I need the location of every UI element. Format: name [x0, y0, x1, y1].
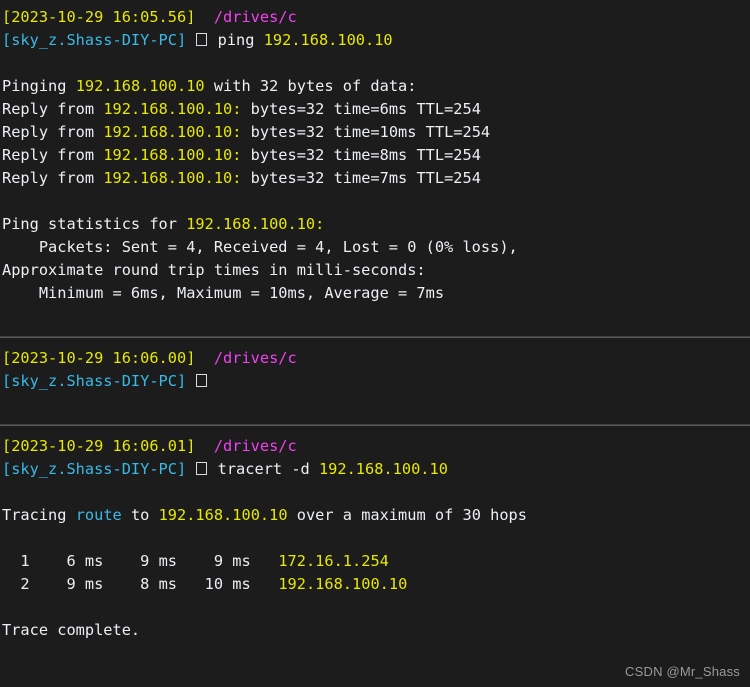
prompt-line-timestamp: [2023-10-29 16:06.00] /drives/c [0, 347, 750, 370]
command-space [310, 460, 319, 478]
ping-intro-suffix: with 32 bytes of data: [204, 77, 417, 95]
command-argument: 192.168.100.10 [318, 460, 448, 478]
hop-rtt-2: 9 ms [103, 552, 178, 570]
ping-target-ip: 192.168.100.10 [75, 77, 205, 95]
tracing-suffix: over a maximum of 30 hops [287, 506, 527, 524]
ping-reply-row: Reply from 192.168.100.10: bytes=32 time… [0, 167, 750, 190]
stats-ip: 192.168.100.10: [186, 215, 325, 233]
prompt-gap [195, 8, 213, 26]
prompt-space-2 [208, 31, 217, 49]
tofu-box-icon [196, 374, 208, 387]
hop-host-ip: 172.16.1.254 [278, 552, 389, 570]
watermark: CSDN @Mr_Shass [625, 664, 740, 679]
prompt-line-timestamp: [2023-10-29 16:05.56] /drives/c [0, 6, 750, 29]
hop-rtt-1: 9 ms [29, 575, 104, 593]
tracing-prefix: Tracing [2, 506, 76, 524]
reply-prefix: Reply from [2, 146, 104, 164]
block-separator [0, 424, 750, 426]
prompt-line-command[interactable]: [sky_z.Shass-DIY-PC] [0, 370, 750, 393]
prompt-line-command[interactable]: [sky_z.Shass-DIY-PC] ping 192.168.100.10 [0, 29, 750, 52]
reply-detail: bytes=32 time=8ms TTL=254 [241, 146, 481, 164]
prompt-timestamp: [2023-10-29 16:05.56] [2, 8, 196, 26]
hop-gap [251, 575, 279, 593]
prompt-timestamp: [2023-10-29 16:06.00] [2, 349, 196, 367]
terminal-window: [2023-10-29 16:05.56] /drives/c [sky_z.S… [0, 0, 750, 687]
command-space [254, 31, 263, 49]
ping-approx-line: Approximate round trip times in milli-se… [2, 261, 426, 279]
hop-index: 2 [2, 575, 30, 593]
prompt-space-2 [208, 460, 217, 478]
prompt-line-timestamp: [2023-10-29 16:06.01] /drives/c [0, 435, 750, 458]
prompt-timestamp: [2023-10-29 16:06.01] [2, 437, 196, 455]
command-name: ping [217, 31, 255, 49]
tracert-hop-row: 1 6 ms 9 ms 9 ms 172.16.1.254 [0, 550, 750, 573]
tracing-keyword: route [75, 506, 122, 524]
command-argument: 192.168.100.10 [263, 31, 393, 49]
ping-packets-line: Packets: Sent = 4, Received = 4, Lost = … [2, 238, 518, 256]
tofu-box-icon [196, 33, 208, 46]
command-name: tracert -d [217, 460, 310, 478]
tracert-intro-line: Tracing route to 192.168.100.10 over a m… [0, 504, 750, 527]
hop-host-ip: 192.168.100.10 [278, 575, 408, 593]
reply-detail: bytes=32 time=6ms TTL=254 [241, 100, 481, 118]
prompt-path: /drives/c [213, 349, 297, 367]
prompt-user-host: [sky_z.Shass-DIY-PC] [2, 372, 187, 390]
prompt-path: /drives/c [213, 8, 297, 26]
prompt-gap [195, 349, 213, 367]
reply-prefix: Reply from [2, 123, 104, 141]
reply-prefix: Reply from [2, 100, 104, 118]
prompt-user-host: [sky_z.Shass-DIY-PC] [2, 460, 187, 478]
reply-ip: 192.168.100.10: [103, 146, 242, 164]
hop-index: 1 [2, 552, 30, 570]
ping-reply-row: Reply from 192.168.100.10: bytes=32 time… [0, 98, 750, 121]
reply-ip: 192.168.100.10: [103, 169, 242, 187]
ping-reply-row: Reply from 192.168.100.10: bytes=32 time… [0, 144, 750, 167]
reply-prefix: Reply from [2, 169, 104, 187]
hop-rtt-1: 6 ms [29, 552, 104, 570]
reply-ip: 192.168.100.10: [103, 123, 242, 141]
prompt-path: /drives/c [213, 437, 297, 455]
ping-intro-line: Pinging 192.168.100.10 with 32 bytes of … [0, 75, 750, 98]
block-separator [0, 336, 750, 338]
prompt-user-host: [sky_z.Shass-DIY-PC] [2, 31, 187, 49]
hop-gap [251, 552, 279, 570]
tracing-target-ip: 192.168.100.10 [158, 506, 288, 524]
reply-detail: bytes=32 time=7ms TTL=254 [241, 169, 481, 187]
tracing-middle: to [121, 506, 159, 524]
reply-detail: bytes=32 time=10ms TTL=254 [241, 123, 491, 141]
ping-reply-row: Reply from 192.168.100.10: bytes=32 time… [0, 121, 750, 144]
hop-rtt-3: 9 ms [177, 552, 251, 570]
tracert-hop-row: 2 9 ms 8 ms 10 ms 192.168.100.10 [0, 573, 750, 596]
hop-rtt-3: 10 ms [177, 575, 251, 593]
ping-statistics-header: Ping statistics for 192.168.100.10: [0, 213, 750, 236]
ping-intro-prefix: Pinging [2, 77, 76, 95]
reply-ip: 192.168.100.10: [103, 100, 242, 118]
ping-minmax-line: Minimum = 6ms, Maximum = 10ms, Average =… [2, 284, 445, 302]
stats-prefix: Ping statistics for [2, 215, 187, 233]
tofu-box-icon [196, 462, 208, 475]
hop-rtt-2: 8 ms [103, 575, 178, 593]
prompt-line-command[interactable]: [sky_z.Shass-DIY-PC] tracert -d 192.168.… [0, 458, 750, 481]
trace-complete-line: Trace complete. [2, 621, 141, 639]
prompt-gap [195, 437, 213, 455]
